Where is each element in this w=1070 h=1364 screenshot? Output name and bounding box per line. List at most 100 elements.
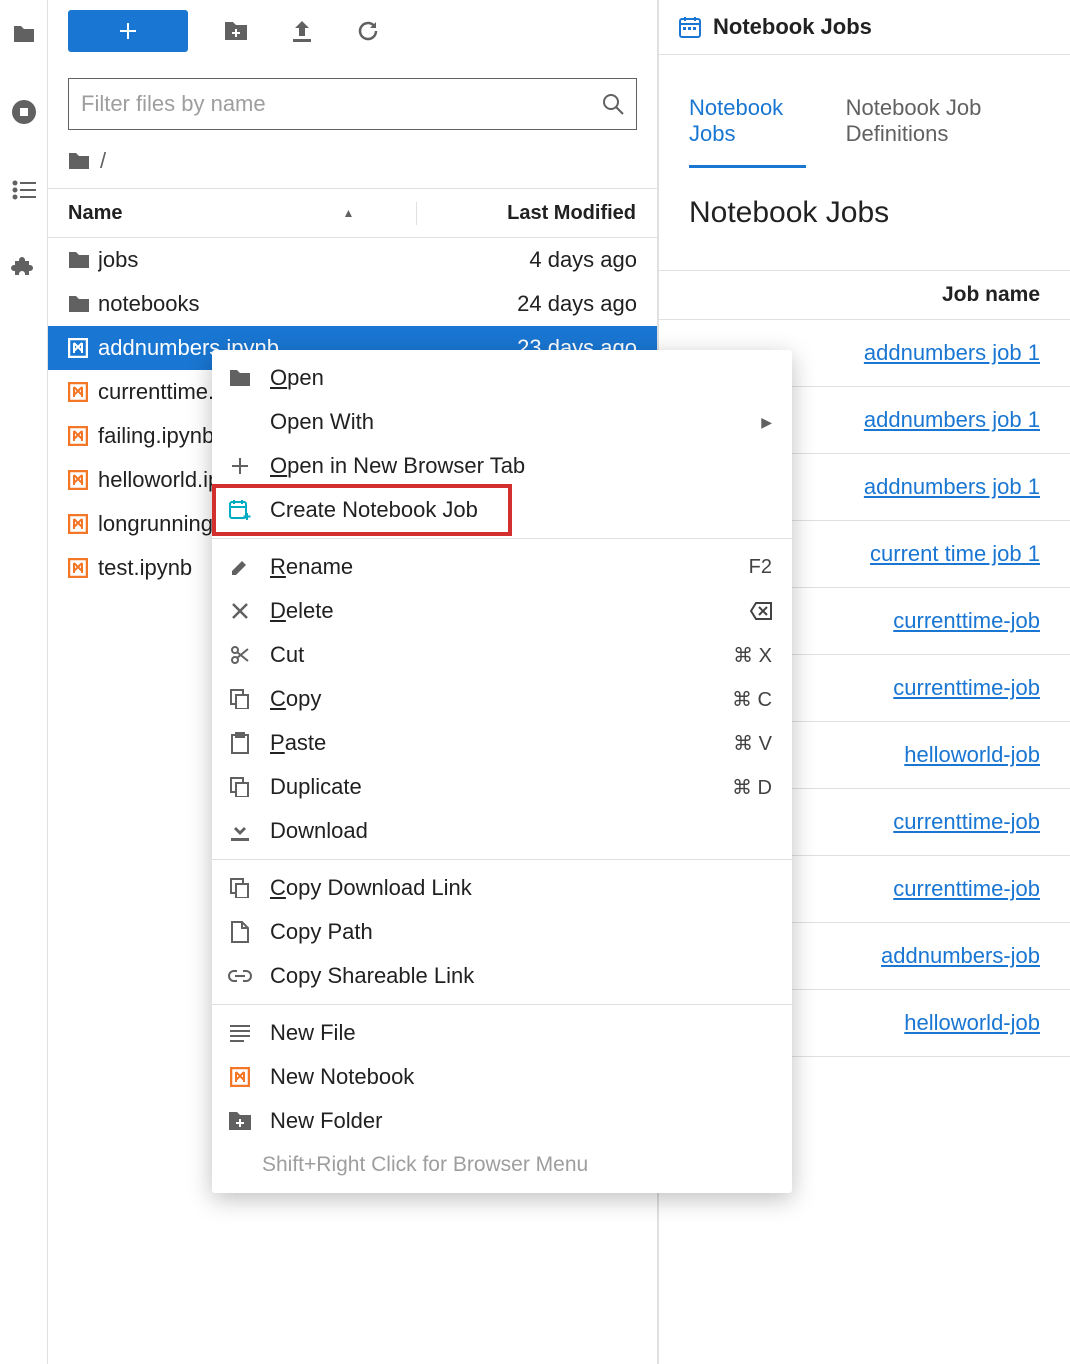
menu-item-copy-download-link[interactable]: Copy Download Link [212,866,792,910]
menu-shortcut: F2 [749,556,772,579]
running-icon[interactable] [10,98,38,126]
menu-item-label: Open [270,365,772,391]
toc-icon[interactable] [10,176,38,204]
file-toolbar [48,0,657,64]
job-link[interactable]: addnumbers job 1 [864,407,1040,432]
breadcrumb-path: / [100,148,106,174]
jobs-panel-header: Notebook Jobs [659,0,1070,55]
column-modified[interactable]: Last Modified [417,202,657,225]
menu-item-copy-shareable-link[interactable]: Copy Shareable Link [212,954,792,998]
delete-key-icon [750,602,772,620]
job-link[interactable]: currenttime-job [893,876,1040,901]
lines-icon [226,1024,254,1042]
menu-item-label: Delete [270,598,734,624]
jobs-column-name[interactable]: Job name [659,270,1070,320]
menu-item-copy-path[interactable]: Copy Path [212,910,792,954]
menu-shortcut: ⌘ D [732,775,772,800]
menu-item-delete[interactable]: Delete [212,589,792,633]
notebook-icon [68,382,98,402]
sort-asc-icon: ▲ [342,206,354,220]
breadcrumb[interactable]: / [48,130,657,188]
menu-item-label: Copy Download Link [270,875,772,901]
extension-icon[interactable] [10,254,38,282]
menu-item-new-folder[interactable]: New Folder [212,1099,792,1143]
menu-item-open-with[interactable]: Open With ▶ [212,400,792,444]
folder-plus-icon [226,1111,254,1131]
file-row[interactable]: jobs4 days ago [48,238,657,282]
duplicate-icon [226,777,254,797]
notebook-icon [68,558,98,578]
jobs-title: Notebook Jobs [659,168,1070,270]
menu-item-label: Copy Path [270,919,772,945]
menu-item-label: Open in New Browser Tab [270,453,772,479]
menu-item-cut[interactable]: Cut⌘ X [212,633,792,677]
notebook-icon [68,426,98,446]
copy-icon [226,689,254,709]
context-menu: Open Open With ▶ Open in New Browser Tab Cre… [212,350,792,1193]
file-name: notebooks [98,291,437,317]
notebook-icon [68,338,98,358]
job-link[interactable]: currenttime-job [893,675,1040,700]
menu-item-label: New Folder [270,1108,772,1134]
calendar-plus-icon [226,499,254,521]
new-folder-button[interactable] [218,13,254,49]
file-row[interactable]: notebooks24 days ago [48,282,657,326]
job-link[interactable]: addnumbers job 1 [864,474,1040,499]
tab-notebook-job-definitions[interactable]: Notebook Job Definitions [846,95,1040,168]
jobs-tabs: Notebook Jobs Notebook Job Definitions [659,55,1070,168]
file-name: jobs [98,247,437,273]
menu-item-label: Rename [270,554,733,580]
tab-notebook-jobs[interactable]: Notebook Jobs [689,95,806,168]
notebook-icon [226,1067,254,1087]
file-modified: 4 days ago [437,247,637,273]
menu-item-open-in-new-browser-tab[interactable]: Open in New Browser Tab [212,444,792,488]
menu-item-create-notebook-job[interactable]: Create Notebook Job [212,488,792,532]
folder-icon[interactable] [10,20,38,48]
folder-icon [68,251,98,269]
job-link[interactable]: helloworld-job [904,742,1040,767]
menu-item-label: Cut [270,642,717,668]
job-link[interactable]: current time job 1 [870,541,1040,566]
menu-shortcut: ⌘ V [733,731,772,756]
file-table-header: Name ▲ Last Modified [48,188,657,238]
filter-box [68,78,637,130]
job-link[interactable]: currenttime-job [893,809,1040,834]
notebook-icon [68,470,98,490]
job-link[interactable]: addnumbers job 1 [864,340,1040,365]
job-link[interactable]: addnumbers-job [881,943,1040,968]
filter-input[interactable] [81,91,602,117]
download-icon [226,820,254,842]
calendar-icon [679,16,701,38]
x-icon [226,602,254,620]
notebook-icon [68,514,98,534]
menu-item-label: Open With [270,409,745,435]
file-modified: 24 days ago [437,291,637,317]
menu-item-rename[interactable]: Rename F2 [212,545,792,589]
plus-icon [226,457,254,475]
search-icon [602,93,624,115]
menu-item-label: Duplicate [270,774,716,800]
copy-icon [226,878,254,898]
menu-item-label: Create Notebook Job [270,497,772,523]
clipboard-icon [226,732,254,754]
job-link[interactable]: helloworld-job [904,1010,1040,1035]
chevron-right-icon: ▶ [761,414,772,431]
column-name[interactable]: Name ▲ [48,202,417,225]
job-link[interactable]: currenttime-job [893,608,1040,633]
refresh-button[interactable] [350,13,386,49]
menu-item-label: New File [270,1020,772,1046]
menu-item-new-file[interactable]: New File [212,1011,792,1055]
menu-item-paste[interactable]: Paste⌘ V [212,721,792,765]
menu-item-open[interactable]: Open [212,356,792,400]
upload-button[interactable] [284,13,320,49]
file-icon [226,921,254,943]
menu-item-copy[interactable]: Copy⌘ C [212,677,792,721]
menu-hint: Shift+Right Click for Browser Menu [212,1143,792,1187]
new-launcher-button[interactable] [68,10,188,52]
activity-bar [0,0,48,1364]
menu-item-download[interactable]: Download [212,809,792,853]
menu-item-duplicate[interactable]: Duplicate ⌘ D [212,765,792,809]
menu-item-new-notebook[interactable]: New Notebook [212,1055,792,1099]
menu-divider [212,538,792,539]
scissors-icon [226,645,254,665]
